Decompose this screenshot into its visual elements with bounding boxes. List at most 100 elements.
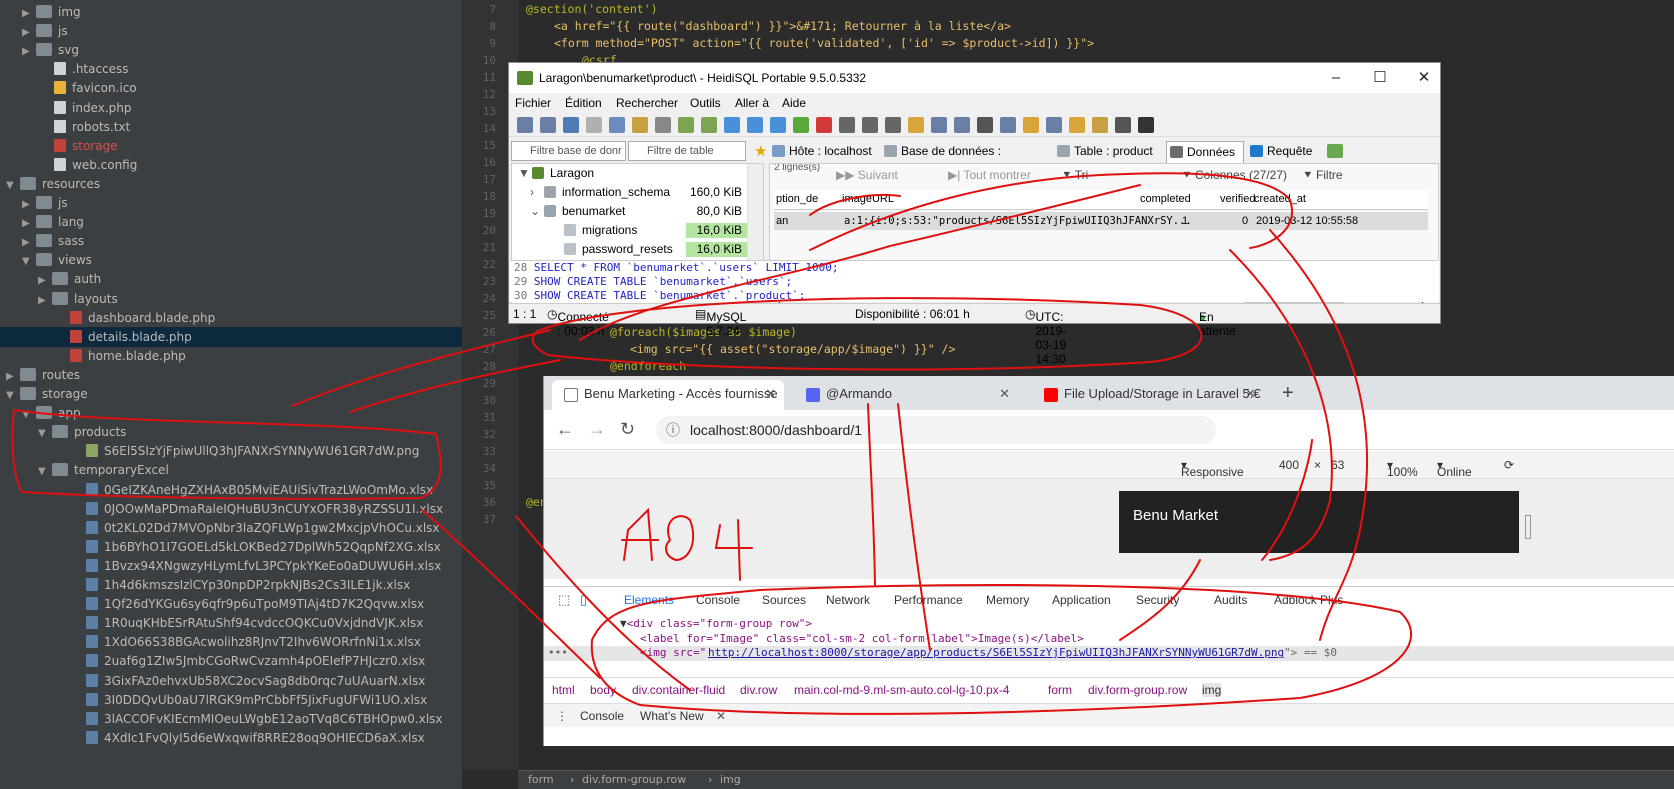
toolbar-icon[interactable] bbox=[747, 117, 763, 133]
expand-arrow-icon[interactable]: ▼ bbox=[38, 424, 52, 444]
inspect-icon[interactable]: ⬚ bbox=[558, 592, 570, 608]
toolbar-icon[interactable] bbox=[609, 117, 625, 133]
expand-arrow-icon[interactable]: ▼ bbox=[6, 386, 20, 406]
tree-item[interactable]: index.php bbox=[38, 98, 131, 118]
expand-arrow-icon[interactable]: ▼ bbox=[22, 405, 36, 425]
tree-item[interactable]: 0t2KL02Dd7MVOpNbr3laZQFLWp1gw2MxcjpVhOCu… bbox=[70, 518, 440, 538]
toolbar-icon[interactable] bbox=[1138, 117, 1154, 133]
tab-database[interactable]: Base de données : benumarket bbox=[881, 141, 1051, 178]
dom-line-div[interactable]: ▼<div class="form-group row"> bbox=[620, 617, 812, 630]
zoom-select[interactable]: 100% ▾ bbox=[1387, 458, 1418, 479]
dom-crumb[interactable]: main.col-md-9.ml-sm-auto.col-lg-10.px-4 bbox=[794, 683, 1009, 697]
new-query-tab-icon[interactable] bbox=[1327, 144, 1343, 158]
tree-item[interactable]: web.config bbox=[38, 155, 137, 175]
dom-crumb[interactable]: div.row bbox=[740, 683, 777, 697]
toolbar-icon[interactable] bbox=[908, 117, 924, 133]
breadcrumb-img[interactable]: img bbox=[720, 771, 741, 789]
tree-item[interactable]: robots.txt bbox=[38, 117, 130, 137]
tree-item[interactable]: 1b6BYhO1I7GOELd5kLOKBed27DpIWh52QqpNf2XG… bbox=[70, 537, 441, 557]
maximize-icon[interactable]: ☐ bbox=[1368, 67, 1392, 89]
imageurl-cell[interactable]: a:1:{i:0;s:53:"products/S6El5SIzYjFpiwUI… bbox=[844, 215, 1192, 227]
toolbar-icon[interactable] bbox=[1000, 117, 1016, 133]
drawer-menu-icon[interactable]: ⋮ bbox=[556, 709, 568, 723]
toolbar-icon[interactable] bbox=[885, 117, 901, 133]
dom-line-img[interactable]: ••• <img src=" http://localhost:8000/sto… bbox=[544, 646, 1674, 661]
tab-data[interactable]: Données bbox=[1166, 141, 1244, 163]
menu-aller-a[interactable]: Aller à bbox=[735, 96, 769, 110]
dom-crumb[interactable]: body bbox=[590, 683, 616, 697]
tree-item[interactable]: 2uaf6g1ZIw5JmbCGoRwCvzamh4pOEIefP7HJczr0… bbox=[70, 651, 425, 671]
resize-handle[interactable] bbox=[1525, 515, 1531, 539]
editor-breadcrumb[interactable]: form › div.form-group.row › img bbox=[518, 770, 1674, 789]
expand-arrow-icon[interactable]: ▼ bbox=[518, 164, 532, 183]
close-drawer-icon[interactable]: ✕ bbox=[716, 709, 726, 723]
dom-crumb[interactable]: div.form-group.row bbox=[1088, 683, 1187, 697]
tree-item[interactable]: 1Qf26dYKGu6sy6qfr9p6uTpoM9TIAj4tD7K2Qqvw… bbox=[70, 594, 424, 614]
close-tab-icon[interactable]: ✕ bbox=[765, 380, 776, 408]
toolbar-icon[interactable] bbox=[563, 117, 579, 133]
col-verified[interactable]: verified bbox=[1220, 193, 1255, 205]
toolbar-icon[interactable] bbox=[724, 117, 740, 133]
browser-tab-discord[interactable]: @Armando ✕ bbox=[794, 380, 1018, 410]
menu-edition[interactable]: Édition bbox=[565, 96, 602, 110]
responsive-select[interactable]: Responsive ▾ bbox=[1181, 458, 1244, 479]
tree-item[interactable]: ▶ routes bbox=[6, 365, 80, 385]
address-bar[interactable]: ⓘ localhost:8000/dashboard/1 bbox=[656, 416, 1216, 444]
next-button[interactable]: ▶▶ Suivant bbox=[836, 168, 898, 182]
toolbar-icon[interactable] bbox=[678, 117, 694, 133]
tree-item[interactable]: 0GeIZKAneHgZXHAxB05MviEAUiSivTrazLWoOmMo… bbox=[70, 480, 433, 500]
img-src-link[interactable]: http://localhost:8000/storage/app/produc… bbox=[708, 646, 1284, 659]
page-brand[interactable]: Benu Market bbox=[1133, 507, 1218, 524]
tab-query[interactable]: Requête bbox=[1247, 141, 1319, 163]
tree-item[interactable]: ▼ products bbox=[38, 422, 126, 442]
width-input[interactable]: 400 bbox=[1279, 458, 1299, 472]
toolbar-icon[interactable] bbox=[1115, 117, 1131, 133]
tree-item[interactable]: home.blade.php bbox=[54, 346, 186, 366]
devtools-tab-memory[interactable]: Memory bbox=[986, 593, 1029, 607]
sql-log[interactable]: 28 SELECT * FROM `benumarket`.`users` LI… bbox=[510, 260, 1439, 302]
device-toggle-icon[interactable]: ▯ bbox=[580, 592, 587, 608]
toolbar-icon[interactable] bbox=[632, 117, 648, 133]
height-input[interactable]: 63 bbox=[1331, 458, 1344, 472]
drawer-tab-whats-new[interactable]: What's New bbox=[640, 709, 704, 723]
col-imageurl[interactable]: imageURL bbox=[842, 193, 894, 205]
forward-icon[interactable]: → bbox=[588, 419, 606, 440]
drawer-tab-console[interactable]: Console bbox=[580, 709, 624, 723]
tree-item[interactable]: favicon.ico bbox=[38, 78, 137, 98]
dom-crumb[interactable]: div.container-fluid bbox=[632, 683, 725, 697]
tree-item[interactable]: ▶ svg bbox=[22, 40, 79, 60]
heidisql-titlebar[interactable]: Laragon\benumarket\product\ - HeidiSQL P… bbox=[509, 63, 1440, 93]
tree-item[interactable]: ▼ views bbox=[22, 250, 92, 270]
expand-arrow-icon[interactable]: ▼ bbox=[22, 252, 36, 272]
new-tab-icon[interactable]: + bbox=[1282, 382, 1294, 405]
toolbar-icon[interactable] bbox=[816, 117, 832, 133]
toolbar-icon[interactable] bbox=[770, 117, 786, 133]
tree-item[interactable]: ▶ img bbox=[22, 2, 81, 22]
menu-rechercher[interactable]: Rechercher bbox=[616, 96, 678, 110]
tree-item[interactable]: 3lACCOFvKIEcmMIOeuLWgbE12aoTVq8C6TBHOpw0… bbox=[70, 709, 443, 729]
dom-line-label[interactable]: <label for="Image" class="col-sm-2 col-f… bbox=[640, 632, 1084, 645]
expand-arrow-icon[interactable]: › bbox=[530, 183, 544, 202]
tree-item[interactable]: ▶ auth bbox=[38, 269, 101, 289]
expand-arrow-icon[interactable]: ▼ bbox=[6, 176, 20, 196]
toolbar-icon[interactable] bbox=[1023, 117, 1039, 133]
toolbar-icon[interactable] bbox=[954, 117, 970, 133]
tree-item[interactable]: dashboard.blade.php bbox=[54, 308, 215, 328]
toolbar-icon[interactable] bbox=[517, 117, 533, 133]
devtools-tab-console[interactable]: Console bbox=[696, 593, 740, 607]
toolbar-icon[interactable] bbox=[655, 117, 671, 133]
toolbar-icon[interactable] bbox=[931, 117, 947, 133]
dom-crumb[interactable]: img bbox=[1202, 683, 1222, 697]
db-tree-item[interactable]: › information_schema 160,0 KiB bbox=[512, 183, 748, 202]
tree-item[interactable]: storage bbox=[38, 136, 118, 156]
dom-crumb[interactable]: form bbox=[1048, 683, 1072, 697]
tree-item[interactable]: ▼ app bbox=[22, 403, 81, 423]
tree-item[interactable]: ▶ js bbox=[22, 21, 68, 41]
filter-button[interactable]: ⯆ Filtre bbox=[1303, 168, 1343, 183]
tree-item[interactable]: 3GixFAz0ehvxUb58XC2ocvSag8db0rqc7uUAuarN… bbox=[70, 671, 425, 691]
tree-item[interactable]: 3I0DDQvUb0aU7lRGK9mPrCbbFf5JixFugUFWi1UO… bbox=[70, 690, 427, 710]
back-icon[interactable]: ← bbox=[556, 419, 574, 440]
sort-button[interactable]: ⯆ Tri bbox=[1062, 168, 1088, 183]
tab-table[interactable]: Table : product bbox=[1054, 141, 1164, 163]
devtools-tab-network[interactable]: Network bbox=[826, 593, 870, 607]
